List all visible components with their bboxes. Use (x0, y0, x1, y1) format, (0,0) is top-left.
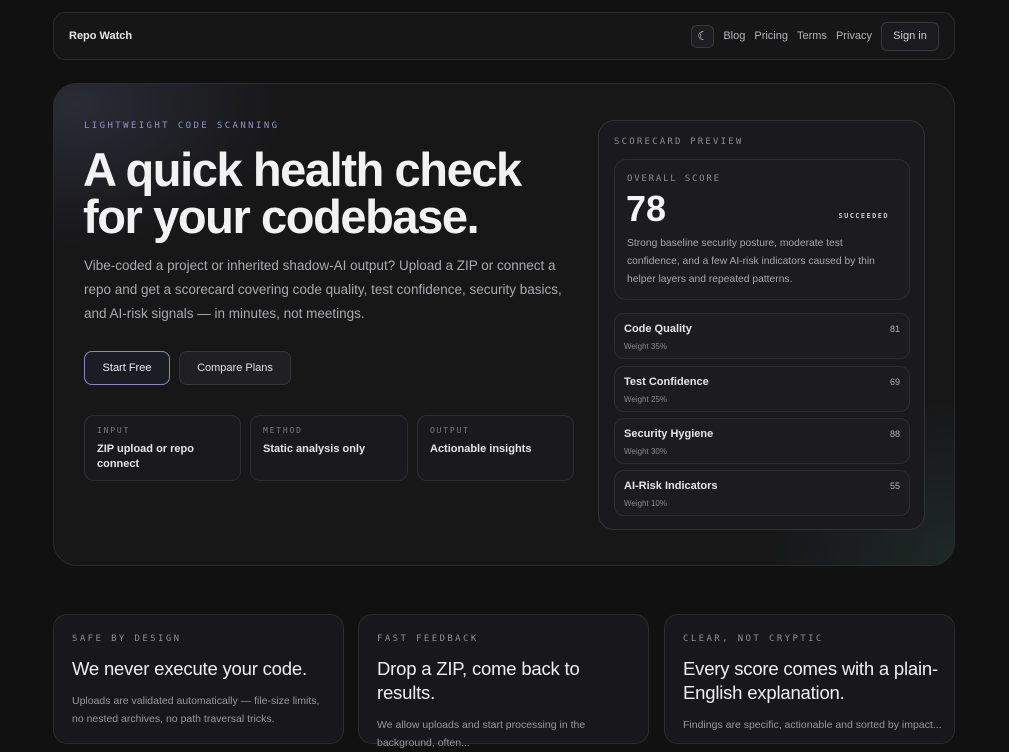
metric-weight: Weight 10% (624, 499, 667, 508)
overall-score-description: Strong baseline security posture, modera… (627, 238, 875, 285)
nav-link-terms[interactable]: Terms (797, 30, 827, 42)
metric-name: AI-Risk Indicators (624, 480, 718, 492)
metric-weight: Weight 30% (624, 447, 667, 456)
feature-card-clear: CLEAR, NOT CRYPTIC Every score comes wit… (664, 614, 955, 744)
info-card-method: METHOD Static analysis only (250, 415, 408, 481)
overall-score-label: OVERALL SCORE (627, 174, 721, 184)
hero-eyebrow: LIGHTWEIGHT CODE SCANNING (84, 121, 280, 131)
theme-toggle-button[interactable]: ☾ (691, 24, 715, 48)
metric-value: 55 (889, 481, 900, 491)
feature-body: We allow uploads and start processing in… (377, 719, 586, 749)
top-nav: Repo Watch ☾ Blog Pricing Terms Privacy … (53, 12, 955, 60)
hero-headline: A quick health check for your codebase. (83, 143, 522, 243)
metric-weight: Weight 25% (624, 395, 667, 404)
scorecard-preview: SCORECARD PREVIEW OVERALL SCORE 78 SUCCE… (598, 120, 925, 530)
metric-name: Test Confidence (624, 376, 709, 388)
feature-card-fast: FAST FEEDBACK Drop a ZIP, come back to r… (358, 614, 649, 749)
info-value: ZIP upload or repo connect (97, 443, 194, 470)
info-label: METHOD (263, 426, 303, 435)
metric-value: 88 (889, 429, 900, 439)
feature-card-safe: SAFE BY DESIGN We never execute your cod… (53, 614, 344, 744)
feature-label: FAST FEEDBACK (377, 634, 479, 644)
nav-link-privacy[interactable]: Privacy (836, 30, 872, 42)
info-card-input: INPUT ZIP upload or repo connect (84, 415, 241, 481)
info-value: Actionable insights (430, 443, 532, 455)
hero-subtext: Vibe-coded a project or inherited shadow… (84, 258, 562, 321)
nav-link-blog[interactable]: Blog (723, 30, 745, 42)
metric-value: 81 (889, 324, 900, 334)
nav-actions: ☾ Blog Pricing Terms Privacy Sign in (691, 21, 939, 51)
info-label: INPUT (97, 426, 131, 435)
feature-title: Every score comes with a plain-English e… (683, 658, 938, 703)
metric-security-hygiene: Security Hygiene Weight 30% 88 (614, 418, 910, 464)
overall-score-value: 78 (626, 188, 667, 229)
feature-title: We never execute your code. (72, 658, 307, 679)
start-free-button[interactable]: Start Free (84, 351, 170, 385)
feature-label: CLEAR, NOT CRYPTIC (683, 634, 824, 644)
overall-score-card: OVERALL SCORE 78 SUCCEEDED Strong baseli… (614, 159, 910, 300)
metric-ai-risk-indicators: AI-Risk Indicators Weight 10% 55 (614, 470, 910, 516)
feature-body: Uploads are validated automatically — fi… (72, 695, 320, 725)
metric-test-confidence: Test Confidence Weight 25% 69 (614, 366, 910, 412)
feature-title: Drop a ZIP, come back to results. (377, 658, 580, 703)
metric-name: Code Quality (624, 323, 692, 335)
feature-body: Findings are specific, actionable and so… (683, 719, 942, 731)
sign-in-button[interactable]: Sign in (881, 21, 939, 51)
metric-name: Security Hygiene (624, 428, 714, 440)
info-value: Static analysis only (263, 443, 366, 455)
metric-code-quality: Code Quality Weight 35% 81 (614, 313, 910, 359)
feature-label: SAFE BY DESIGN (72, 634, 182, 644)
metric-value: 69 (889, 377, 900, 387)
brand-logo[interactable]: Repo Watch (69, 30, 132, 42)
status-badge: SUCCEEDED (838, 212, 889, 220)
nav-link-pricing[interactable]: Pricing (754, 30, 788, 42)
compare-plans-button[interactable]: Compare Plans (179, 351, 291, 385)
info-card-output: OUTPUT Actionable insights (417, 415, 574, 481)
hero-section: LIGHTWEIGHT CODE SCANNING A quick health… (53, 83, 955, 566)
scorecard-label: SCORECARD PREVIEW (614, 137, 744, 147)
metric-weight: Weight 35% (624, 342, 667, 351)
info-label: OUTPUT (430, 426, 470, 435)
moon-icon: ☾ (697, 29, 709, 43)
